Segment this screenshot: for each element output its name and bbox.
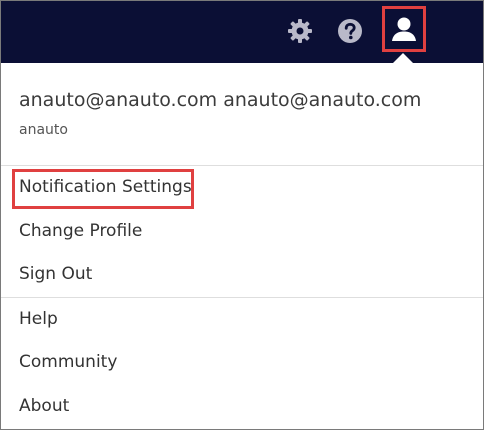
support-section: Help Community About <box>1 298 483 429</box>
sign-out-label: Sign Out <box>19 264 93 284</box>
change-profile-menu-item[interactable]: Change Profile <box>1 210 483 254</box>
account-username: anauto <box>19 122 68 138</box>
notification-settings-menu-item[interactable]: Notification Settings <box>1 166 483 210</box>
top-navigation-bar <box>1 1 483 63</box>
app-window: anauto@anauto.com anauto@anauto.com anau… <box>0 0 484 430</box>
dropdown-caret <box>393 53 413 63</box>
settings-gear-icon[interactable] <box>284 15 316 47</box>
account-dropdown-menu: anauto@anauto.com anauto@anauto.com anau… <box>1 63 483 428</box>
about-label: About <box>19 395 70 416</box>
change-profile-label: Change Profile <box>19 220 143 241</box>
sign-out-menu-item[interactable]: Sign Out <box>1 253 483 297</box>
help-label: Help <box>19 308 58 329</box>
notification-settings-label: Notification Settings <box>19 177 192 197</box>
account-email: anauto@anauto.com anauto@anauto.com <box>19 89 422 111</box>
community-label: Community <box>19 352 118 372</box>
account-info: anauto@anauto.com anauto@anauto.com anau… <box>1 63 483 166</box>
user-account-icon[interactable] <box>382 6 426 52</box>
community-menu-item[interactable]: Community <box>1 341 483 385</box>
about-menu-item[interactable]: About <box>1 385 483 429</box>
help-question-icon[interactable] <box>334 15 366 47</box>
help-menu-item[interactable]: Help <box>1 298 483 342</box>
account-actions-section: Notification Settings Change Profile Sig… <box>1 166 483 298</box>
